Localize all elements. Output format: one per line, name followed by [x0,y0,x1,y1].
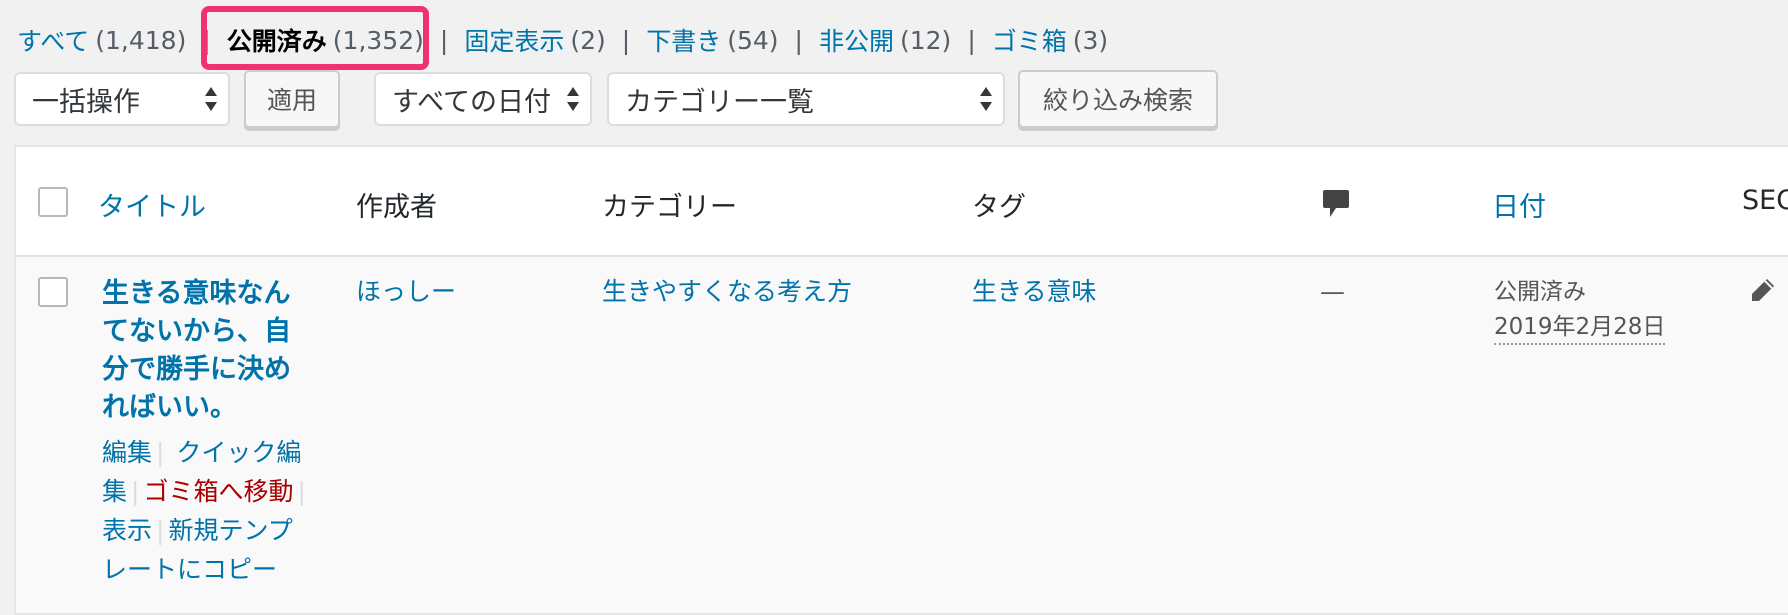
status-filter-bar: すべて (1,418) | 公開済み (1,352) | 固定表示 (2) | … [17,20,1108,60]
filter-sticky[interactable]: 固定表示 (2) [464,22,605,58]
filter-trash[interactable]: ゴミ箱 (3) [992,22,1108,58]
filter-trash-label[interactable]: ゴミ箱 [992,22,1067,58]
action-separator: | [156,438,165,467]
filter-draft-label[interactable]: 下書き [646,22,721,58]
apply-button[interactable]: 適用 [244,70,340,128]
filter-published[interactable]: 公開済み (1,352) [227,22,424,58]
select-all-checkbox[interactable] [38,187,68,217]
filter-private[interactable]: 非公開 (12) [819,22,951,58]
row-actions: 編集 | クイック編集 | ゴミ箱へ移動 |表示 | 新規テンプレートにコピー [102,433,312,589]
bulk-action-selected: 一括操作 [32,86,140,118]
category-filter-select[interactable]: カテゴリー一覧 [607,72,1005,126]
filter-trash-count: (3) [1072,25,1109,55]
post-author-link[interactable]: ほっしー [356,273,456,311]
column-date-header[interactable]: 日付 [1492,185,1546,224]
pencil-icon [1752,279,1774,301]
post-comment-count: — [1320,277,1345,306]
post-tag-link[interactable]: 生きる意味 [972,273,1097,311]
filter-published-label[interactable]: 公開済み [227,22,327,58]
filter-all-label[interactable]: すべて [17,22,89,58]
action-separator: | [297,477,306,506]
filter-sticky-label[interactable]: 固定表示 [464,22,564,58]
filter-separator: | [439,25,449,55]
filter-separator: | [202,25,211,55]
post-category-link[interactable]: 生きやすくなる考え方 [602,273,852,311]
comment-bubble-icon[interactable] [1322,189,1350,219]
post-date-status: 公開済み [1494,279,1586,305]
column-seo-header: SEO [1742,185,1788,216]
filter-draft-count: (54) [727,25,779,55]
action-separator: | [156,516,165,545]
bulk-action-select[interactable]: 一括操作 [14,72,230,126]
filter-all-count: (1,418) [95,25,187,55]
date-filter-selected: すべての日付 [392,86,552,118]
table-header: タイトル 作成者 カテゴリー タグ 日付 SEO [16,147,1788,257]
filter-separator: | [621,25,631,55]
select-arrows-icon [567,87,579,111]
filter-published-count: (1,352) [332,25,424,55]
column-tags-header: タグ [972,192,1026,223]
select-arrows-icon [980,87,992,111]
filter-search-button[interactable]: 絞り込み検索 [1018,70,1218,128]
edit-link[interactable]: 編集 [102,438,152,467]
view-link[interactable]: 表示 [102,516,152,545]
column-author-header: 作成者 [356,192,437,223]
date-filter-select[interactable]: すべての日付 [374,72,592,126]
filter-sticky-count: (2) [570,25,606,55]
post-date: 2019年2月28日 [1494,311,1666,345]
filter-private-count: (12) [899,25,952,55]
filter-separator: | [794,25,803,55]
select-arrows-icon [205,87,217,111]
filter-private-label[interactable]: 非公開 [819,22,894,58]
action-separator: | [131,477,140,506]
column-title-header[interactable]: タイトル [98,185,206,224]
filter-draft[interactable]: 下書き (54) [646,22,778,58]
posts-table: タイトル 作成者 カテゴリー タグ 日付 SEO 生きる意味なんてないから、自分… [14,145,1788,615]
column-categories-header: カテゴリー [602,192,737,223]
row-select-checkbox[interactable] [38,277,68,307]
category-filter-selected: カテゴリー一覧 [625,86,814,118]
post-title-link[interactable]: 生きる意味なんてないから、自分で勝手に決めればいい。 [102,275,302,427]
filter-separator: | [967,25,976,55]
filter-all[interactable]: すべて (1,418) [17,22,186,58]
trash-link[interactable]: ゴミ箱へ移動 [143,477,293,506]
